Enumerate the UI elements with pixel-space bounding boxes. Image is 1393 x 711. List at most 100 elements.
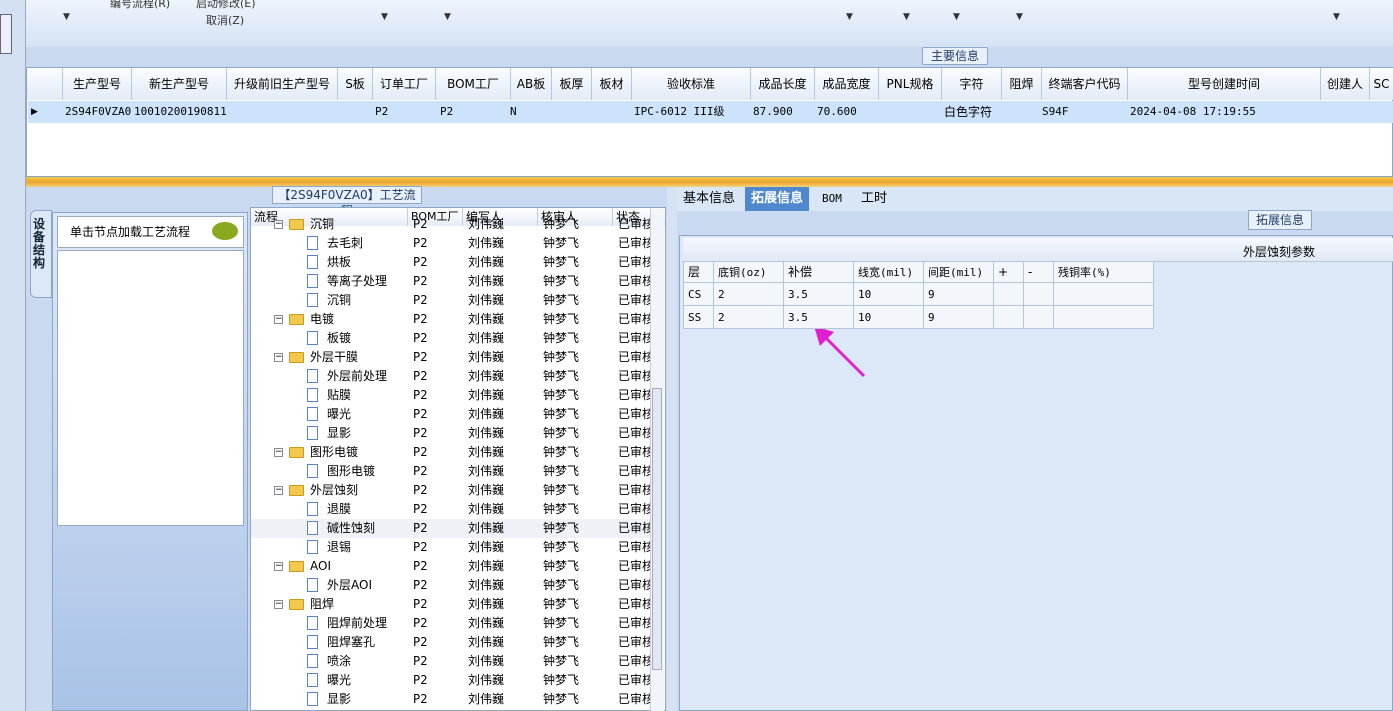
collapse-icon[interactable]: − [274,486,283,495]
chevron-down-icon[interactable]: ▼ [903,12,910,22]
param-cell[interactable]: SS [684,306,714,329]
tree-row[interactable]: − 沉铜 P2 刘伟巍 钟梦飞 已审核 [251,215,651,234]
cell-acceptance-standard[interactable]: IPC-6012 III级 [632,101,724,123]
param-col-header[interactable]: - [1024,262,1054,283]
tree-row[interactable]: 碱性蚀刻 P2 刘伟巍 钟梦飞 已审核 [251,519,651,538]
chevron-down-icon[interactable]: ▼ [1016,12,1023,22]
tree-row[interactable]: 曝光 P2 刘伟巍 钟梦飞 已审核 [251,671,651,690]
tree-row[interactable]: − 电镀 P2 刘伟巍 钟梦飞 已审核 [251,310,651,329]
tree-node-label[interactable]: AOI [310,557,331,576]
param-cell[interactable]: 9 [924,306,994,329]
col-header[interactable]: 成品宽度 [815,68,879,100]
cell-finished-width[interactable]: 70.600 [815,101,857,123]
tree-node-label[interactable]: 外层前处理 [327,367,387,386]
tree-row[interactable]: 贴膜 P2 刘伟巍 钟梦飞 已审核 [251,386,651,405]
param-cell[interactable] [994,306,1024,329]
tree-node-label[interactable]: 等离子处理 [327,272,387,291]
tree-row[interactable]: 阻焊前处理 P2 刘伟巍 钟梦飞 已审核 [251,614,651,633]
window-icon[interactable] [0,14,12,54]
col-header[interactable]: 订单工厂 [373,68,436,100]
tree-row[interactable]: 沉铜 P2 刘伟巍 钟梦飞 已审核 [251,291,651,310]
col-header[interactable]: PNL规格 [879,68,942,100]
tab-work-hours[interactable]: 工时 [855,187,893,211]
collapse-icon[interactable]: − [274,353,283,362]
param-col-header[interactable]: 底铜(oz) [714,262,784,283]
tree-node-label[interactable]: 喷涂 [327,652,351,671]
param-cell[interactable]: 2 [714,306,784,329]
tree-scroll-thumb[interactable] [652,388,662,670]
tab-basic-info[interactable]: 基本信息 [677,187,741,211]
tree-row[interactable]: 烘板 P2 刘伟巍 钟梦飞 已审核 [251,253,651,272]
col-header[interactable]: BOM工厂 [436,68,511,100]
col-header[interactable]: S板 [338,68,373,100]
col-header[interactable]: 成品长度 [751,68,815,100]
param-col-header[interactable]: 线宽(mil) [854,262,924,283]
cell-finished-length[interactable]: 87.900 [751,101,793,123]
param-cell[interactable]: 9 [924,283,994,306]
tree-node-label[interactable]: 外层蚀刻 [310,481,358,500]
param-col-header[interactable]: + [994,262,1024,283]
collapse-icon[interactable]: − [274,562,283,571]
param-col-header[interactable]: 层 [684,262,714,283]
tree-node-label[interactable]: 贴膜 [327,386,351,405]
tree-node-label[interactable]: 阻焊前处理 [327,614,387,633]
tree-node-label[interactable]: 图形电镀 [327,462,375,481]
cell-bom-factory[interactable]: P2 [438,101,453,123]
tree-row[interactable]: 显影 P2 刘伟巍 钟梦飞 已审核 [251,424,651,443]
tree-node-label[interactable]: 外层AOI [327,576,372,595]
param-cell[interactable]: 10 [854,306,924,329]
chevron-down-icon[interactable]: ▼ [953,12,960,22]
vertical-splitter[interactable] [667,187,677,711]
tree-row[interactable]: 退膜 P2 刘伟巍 钟梦飞 已审核 [251,500,651,519]
menu-item-cancel[interactable]: 取消(Z) [206,12,244,28]
param-col-header[interactable]: 残铜率(%) [1054,262,1154,283]
chevron-down-icon[interactable]: ▼ [1333,12,1340,22]
tree-node-label[interactable]: 图形电镀 [310,443,358,462]
menu-item-start-modify[interactable]: 启动修改(E) [196,0,256,11]
param-cell[interactable] [1054,306,1154,329]
col-header[interactable]: 升级前旧生产型号 [227,68,338,100]
tree-row[interactable]: 退锡 P2 刘伟巍 钟梦飞 已审核 [251,538,651,557]
tree-row[interactable]: 显影 P2 刘伟巍 钟梦飞 已审核 [251,690,651,709]
tree-row[interactable]: 等离子处理 P2 刘伟巍 钟梦飞 已审核 [251,272,651,291]
tree-node-label[interactable]: 退膜 [327,500,351,519]
tree-node-label[interactable]: 显影 [327,690,351,709]
tree-row[interactable]: 曝光 P2 刘伟巍 钟梦飞 已审核 [251,405,651,424]
col-header[interactable]: 终端客户代码 [1042,68,1128,100]
collapse-icon[interactable]: − [274,315,283,324]
param-cell[interactable] [994,283,1024,306]
tree-node-label[interactable]: 阻焊塞孔 [327,633,375,652]
tree-node-label[interactable]: 沉铜 [327,291,351,310]
cell-order-factory[interactable]: P2 [373,101,388,123]
tree-row[interactable]: − 外层干膜 P2 刘伟巍 钟梦飞 已审核 [251,348,651,367]
col-header[interactable]: 新生产型号 [132,68,227,100]
tree-row[interactable]: 阻焊塞孔 P2 刘伟巍 钟梦飞 已审核 [251,633,651,652]
cell-customer-code[interactable]: S94F [1040,101,1069,123]
col-header[interactable]: 创建人 [1321,68,1370,100]
collapse-icon[interactable]: − [274,448,283,457]
horizontal-splitter[interactable] [26,177,1393,187]
param-cell[interactable]: CS [684,283,714,306]
col-header[interactable]: 生产型号 [63,68,132,100]
tab-bom[interactable]: BOM [816,187,848,211]
tree-node-label[interactable]: 曝光 [327,405,351,424]
col-header[interactable]: 验收标准 [632,68,751,100]
tab-extended-info[interactable]: 拓展信息 [745,187,810,211]
col-header[interactable]: 型号创建时间 [1128,68,1321,100]
cell-product-model[interactable]: 2S94F0VZA0 [63,101,131,123]
chevron-down-icon[interactable]: ▼ [444,12,451,22]
col-header[interactable]: 板材 [592,68,632,100]
chevron-down-icon[interactable]: ▼ [846,12,853,22]
cell-new-product-model[interactable]: 10010200190811 [132,101,227,123]
tree-row[interactable]: 外层AOI P2 刘伟巍 钟梦飞 已审核 [251,576,651,595]
param-cell[interactable]: 3.5 [784,306,854,329]
tree-node-label[interactable]: 曝光 [327,671,351,690]
col-header[interactable]: SC [1370,68,1393,100]
menu-item-number-flow[interactable]: 编号流程(R) [110,0,170,11]
param-cell[interactable]: 10 [854,283,924,306]
collapse-icon[interactable]: − [274,220,283,229]
tree-row[interactable]: 图形电镀 P2 刘伟巍 钟梦飞 已审核 [251,462,651,481]
tree-node-label[interactable]: 外层干膜 [310,348,358,367]
cell-create-time[interactable]: 2024-04-08 17:19:55 [1128,101,1256,123]
tree-node-label[interactable]: 烘板 [327,253,351,272]
